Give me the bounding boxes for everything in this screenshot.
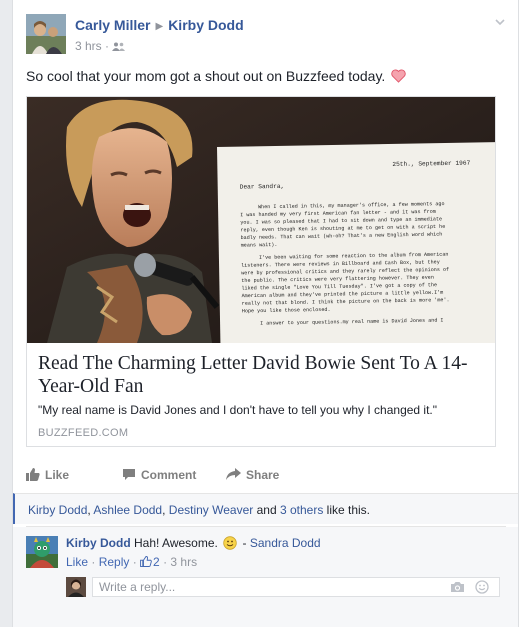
letter-line: means wait).	[241, 242, 278, 249]
comment-button[interactable]: Comment	[122, 468, 196, 482]
link-preview[interactable]: 25th., September 1967 Dear Sandra, When …	[26, 96, 496, 447]
post-timestamp[interactable]: 3 hrs	[75, 39, 102, 53]
post-card: Carly Miller ▶ Kirby Dodd 3 hrs · So cool …	[12, 0, 519, 627]
comments-section: Kirby Dodd Hah! Awesome. - Sandra Dodd L…	[13, 527, 518, 627]
comment-tag-dash: -	[239, 536, 250, 550]
emoji-picker-icon[interactable]	[475, 580, 489, 597]
post-message-text: So cool that your mom got a shout out on…	[26, 68, 386, 84]
like-count-value: 2	[153, 555, 160, 569]
comment-label: Comment	[141, 468, 197, 482]
post-header-names: Carly Miller ▶ Kirby Dodd	[75, 17, 244, 33]
tagged-person-link[interactable]: Sandra Dodd	[250, 536, 321, 550]
current-user-avatar	[66, 577, 86, 597]
comment-meta: Like · Reply · 2 · 3 hrs	[66, 555, 197, 569]
comment-body: Kirby Dodd Hah! Awesome. - Sandra Dodd	[66, 536, 321, 553]
likes-others-link[interactable]: 3 others	[280, 503, 323, 517]
reply-row	[66, 575, 506, 599]
share-arrow-icon	[226, 468, 241, 480]
link-description: "My real name is David Jones and I don't…	[38, 403, 438, 417]
share-label: Share	[246, 468, 280, 482]
meta-separator: ·	[105, 39, 110, 53]
heart-emoji-icon	[391, 69, 406, 86]
meta-dot: ·	[129, 555, 141, 569]
meta-dot: ·	[88, 555, 99, 569]
likes-suffix: like this.	[323, 503, 371, 517]
arrow-right-icon: ▶	[155, 21, 164, 32]
post-actions-bar: Like Comment Share	[26, 460, 506, 490]
reply-input-box[interactable]	[92, 577, 500, 597]
link-preview-image[interactable]: 25th., September 1967 Dear Sandra, When …	[27, 97, 495, 343]
likes-summary: Kirby Dodd, Ashlee Dodd, Destiny Weaver …	[13, 493, 518, 524]
meta-dot: ·	[159, 555, 171, 569]
author-name-link[interactable]: Carly Miller	[75, 17, 150, 33]
chevron-down-icon[interactable]	[494, 16, 506, 28]
comment-timestamp[interactable]: 3 hrs	[170, 555, 197, 569]
reply-input[interactable]	[93, 578, 433, 596]
likes-and: and	[253, 503, 280, 517]
like-button[interactable]: Like	[26, 468, 69, 482]
comment-reply-link[interactable]: Reply	[99, 555, 130, 569]
liker-link[interactable]: Kirby Dodd	[28, 503, 87, 517]
post-meta: 3 hrs ·	[75, 39, 126, 53]
share-button[interactable]: Share	[226, 468, 279, 482]
likes-sep: ,	[162, 503, 169, 517]
link-domain: BUZZFEED.COM	[38, 427, 129, 439]
author-avatar[interactable]	[26, 14, 66, 54]
recipient-name-link[interactable]: Kirby Dodd	[168, 17, 243, 33]
camera-icon[interactable]	[450, 581, 465, 596]
liker-link[interactable]: Ashlee Dodd	[93, 503, 162, 517]
link-title[interactable]: Read The Charming Letter David Bowie Sen…	[38, 352, 478, 398]
thumbs-up-icon	[26, 468, 40, 481]
thumbs-up-outline-icon	[140, 556, 152, 567]
comment-like-link[interactable]: Like	[66, 555, 88, 569]
commenter-avatar[interactable]	[26, 536, 58, 568]
comment-like-count[interactable]: 2	[140, 555, 160, 569]
comment-bubble-icon	[123, 469, 135, 480]
smiley-emoji-icon	[223, 536, 237, 553]
liker-link[interactable]: Destiny Weaver	[169, 503, 253, 517]
comment-author-link[interactable]: Kirby Dodd	[66, 536, 131, 550]
post-message: So cool that your mom got a shout out on…	[26, 68, 406, 86]
comment-text: Hah! Awesome.	[134, 536, 218, 550]
letter-date: 25th., September 1967	[392, 160, 470, 168]
like-label: Like	[45, 468, 70, 482]
letter-greeting: Dear Sandra,	[240, 183, 285, 191]
friends-audience-icon[interactable]	[112, 42, 126, 51]
